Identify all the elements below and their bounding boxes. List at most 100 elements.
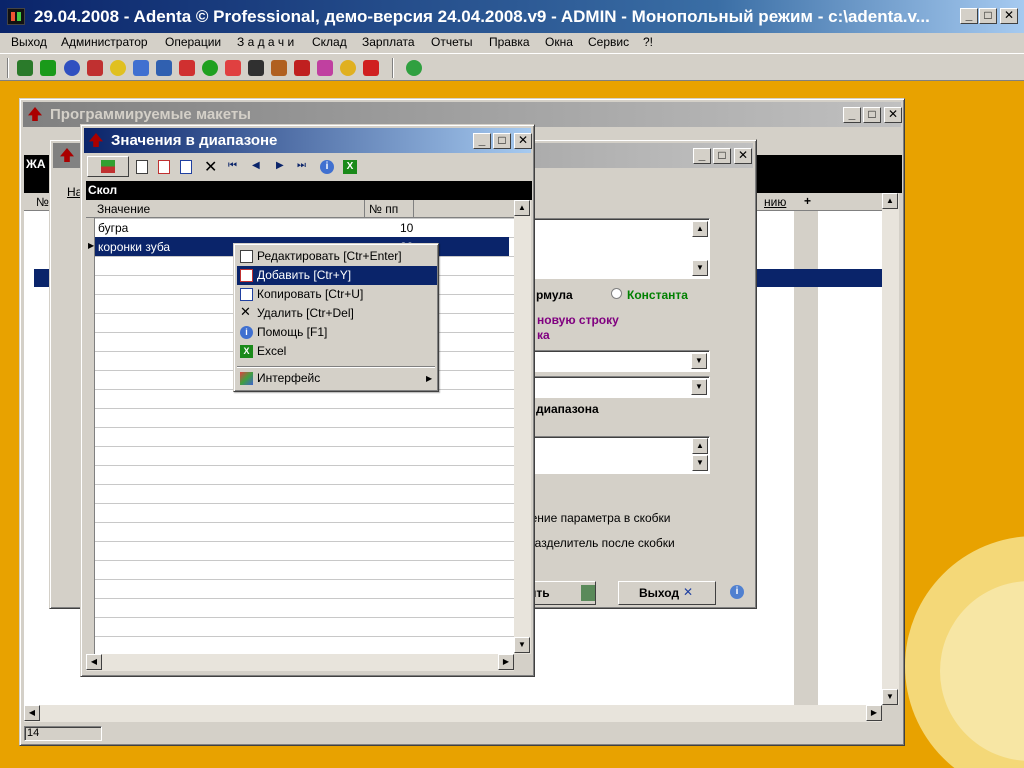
delete-icon[interactable]: ✕ <box>204 157 217 177</box>
parameter-minimize-button[interactable]: _ <box>693 148 711 164</box>
macros-close-button[interactable]: ✕ <box>884 107 902 123</box>
menu-item-delete[interactable]: ✕ Удалить [Ctr+Del] <box>237 304 437 323</box>
menu-help[interactable]: ?! <box>643 35 653 49</box>
textarea-scroll-down[interactable]: ▼ <box>692 260 708 276</box>
scroll-left-button[interactable]: ◀ <box>24 705 40 721</box>
menu-item-excel[interactable]: X Excel <box>237 342 437 361</box>
prev-record-icon[interactable]: ◀ <box>252 160 260 171</box>
transfer-icon[interactable] <box>87 60 103 76</box>
sort-button[interactable] <box>87 156 129 177</box>
values-hscrollbar[interactable]: ◀ ▶ <box>86 654 514 671</box>
menu-salary[interactable]: Зарплата <box>362 35 415 49</box>
patients-icon[interactable] <box>17 60 33 76</box>
record-count: 14 <box>24 726 102 741</box>
menu-item-interface[interactable]: Интерфейс ▶ <box>237 369 437 388</box>
macros-hscrollbar[interactable]: ◀ ▶ <box>24 705 882 722</box>
flag-icon[interactable] <box>179 60 195 76</box>
combo-2-dropdown[interactable]: ▼ <box>691 379 707 395</box>
parameter-close-button[interactable]: ✕ <box>734 148 752 164</box>
formula-textarea[interactable]: ▲ ▼ <box>530 218 710 279</box>
next-record-icon[interactable]: ▶ <box>276 160 284 171</box>
column-plus[interactable]: + <box>804 194 811 208</box>
menu-tasks[interactable]: З а д а ч и <box>237 35 294 49</box>
combo-1[interactable]: ▼ <box>530 350 710 372</box>
menu-administrator[interactable]: Администратор <box>61 35 148 49</box>
menu-windows[interactable]: Окна <box>545 35 573 49</box>
cell-value: бугра <box>98 221 129 235</box>
palette-icon[interactable] <box>317 60 333 76</box>
values-minimize-button[interactable]: _ <box>473 133 491 149</box>
values-scroll-down-button[interactable]: ▼ <box>514 637 530 653</box>
card-icon[interactable] <box>133 60 149 76</box>
barcode-icon[interactable] <box>248 60 264 76</box>
first-record-icon[interactable]: ⏮ <box>228 160 237 171</box>
macros-maximize-button[interactable]: □ <box>863 107 881 123</box>
add-icon[interactable] <box>158 160 170 174</box>
last-record-icon[interactable]: ⏭ <box>297 160 306 171</box>
money-icon[interactable] <box>202 60 218 76</box>
radio-formula-label[interactable]: рмула <box>536 288 573 302</box>
values-scroll-up-button[interactable]: ▲ <box>514 200 530 216</box>
close-button[interactable]: ✕ <box>1000 8 1018 24</box>
main-toolbar <box>0 53 1024 81</box>
scroll-down-button[interactable]: ▼ <box>882 689 898 705</box>
maximize-button[interactable]: □ <box>979 8 997 24</box>
scroll-up-button[interactable]: ▲ <box>882 193 898 209</box>
help-icon[interactable]: i <box>320 160 334 174</box>
values-close-button[interactable]: ✕ <box>514 133 532 149</box>
textarea-scroll-up[interactable]: ▲ <box>692 221 708 237</box>
range-scroll-down[interactable]: ▼ <box>692 455 708 471</box>
copy-icon[interactable] <box>180 160 192 174</box>
menu-item-copy[interactable]: Копировать [Ctr+U] <box>237 285 437 304</box>
report-icon[interactable] <box>363 60 379 76</box>
combo-1-dropdown[interactable]: ▼ <box>691 353 707 369</box>
save-icon <box>581 585 595 601</box>
values-grid-header: Значение № пп <box>86 200 514 218</box>
menu-item-help[interactable]: i Помощь [F1] <box>237 323 437 342</box>
menu-service[interactable]: Сервис <box>588 35 629 49</box>
macros-vscrollbar[interactable]: ▲ ▼ <box>882 193 899 705</box>
values-scroll-left-button[interactable]: ◀ <box>86 654 102 670</box>
values-maximize-button[interactable]: □ <box>493 133 511 149</box>
macros-minimize-button[interactable]: _ <box>843 107 861 123</box>
menu-item-edit[interactable]: Редактировать [Ctr+Enter] <box>237 247 437 266</box>
checkbox-brackets-label[interactable]: нение параметра в скобки <box>524 511 670 525</box>
medical-icon[interactable] <box>225 60 241 76</box>
face-icon[interactable] <box>110 60 126 76</box>
parameter-maximize-button[interactable]: □ <box>713 148 731 164</box>
radio-constant-label[interactable]: Константа <box>627 288 688 302</box>
values-vscrollbar[interactable]: ▲ ▼ <box>514 200 531 654</box>
combo-2[interactable]: ▼ <box>530 376 710 398</box>
excel-icon[interactable]: X <box>343 160 357 174</box>
document-icon[interactable] <box>156 60 172 76</box>
scroll-right-button[interactable]: ▶ <box>866 705 882 721</box>
building-icon[interactable] <box>271 60 287 76</box>
menu-item-add[interactable]: Добавить [Ctr+Y] <box>237 266 437 285</box>
values-scroll-right-button[interactable]: ▶ <box>498 654 514 670</box>
column-number[interactable]: № <box>36 195 49 209</box>
exit-button[interactable]: Выход ✕ <box>618 581 716 605</box>
minimize-button[interactable]: _ <box>960 8 978 24</box>
range-textarea[interactable]: ▲ ▼ <box>530 436 710 474</box>
info-icon[interactable]: i <box>730 585 744 599</box>
car-icon[interactable] <box>294 60 310 76</box>
checkbox-separator-label[interactable]: -разделитель после скобки <box>524 536 675 550</box>
users-icon[interactable] <box>64 60 80 76</box>
column-order-number[interactable]: № пп <box>369 202 398 216</box>
column-value[interactable]: Значение <box>97 202 150 216</box>
menu-bar: Выход Администратор Операции З а д а ч и… <box>0 33 1024 53</box>
menu-warehouse[interactable]: Склад <box>312 35 347 49</box>
edit-icon[interactable] <box>136 160 148 174</box>
column-right[interactable]: нию <box>764 195 786 209</box>
gear-icon[interactable] <box>340 60 356 76</box>
menu-operations[interactable]: Операции <box>165 35 221 49</box>
schedule-icon[interactable] <box>40 60 56 76</box>
cell-value: коронки зуба <box>98 240 171 254</box>
menu-exit[interactable]: Выход <box>11 35 47 49</box>
clover-icon[interactable] <box>406 60 422 76</box>
radio-constant[interactable] <box>611 288 622 299</box>
menu-edit[interactable]: Правка <box>489 35 530 49</box>
range-scroll-up[interactable]: ▲ <box>692 438 708 454</box>
table-row[interactable]: бугра 10 <box>95 218 509 237</box>
menu-reports[interactable]: Отчеты <box>431 35 472 49</box>
